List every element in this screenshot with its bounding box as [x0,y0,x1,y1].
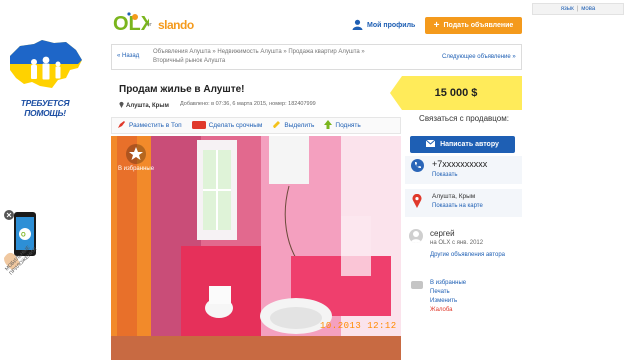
favorites-overlay-label: В избранные [117,166,155,172]
report-link[interactable]: Жалоба [430,306,466,315]
next-ad-link[interactable]: Следующее объявление » [442,54,516,60]
edit-link[interactable]: Изменить [430,297,466,306]
highlighter-icon [272,120,281,131]
make-urgent-label: Сделать срочным [208,122,263,129]
highlight-button[interactable]: Выделить [267,118,319,133]
seller-avatar [409,229,423,243]
seller-city: Алушта, Крым [432,193,476,200]
price-tag: 15 000 $ [390,76,522,110]
post-ad-button[interactable]: + Подать объявление [425,17,522,34]
add-to-favorites-overlay[interactable]: В избранные [116,144,156,180]
listing-location: Алушта, Крым [119,101,169,110]
listing-actions-bar: Разместить в Топ Сделать срочным Выделит… [111,117,401,134]
breadcrumb-path[interactable]: Объявления Алушта » Недвижимость Алушта … [153,48,383,66]
ukraine-map-banner[interactable] [6,38,84,96]
listing-title: Продам жилье в Алуште! [119,84,245,95]
seller-name: сергей [430,229,455,238]
post-ad-label: Подать объявление [443,22,514,29]
olx-logo[interactable]: OLX [113,8,149,38]
my-profile-label: Мой профиль [367,22,416,29]
listing-location-text: Алушта, Крым [126,102,169,109]
contact-seller-heading: Связаться с продавцом: [419,114,509,123]
urgent-badge-icon [191,120,206,131]
show-phone-link[interactable]: Показать [432,172,458,178]
svg-text:O: O [21,233,26,239]
write-to-author-button[interactable]: Написать автору [410,136,515,153]
logo-ot-text: от [147,22,152,28]
write-to-author-label: Написать автору [440,141,499,148]
my-profile-link[interactable]: Мой профиль [352,19,415,32]
add-to-favorites-link[interactable]: В избранные [430,279,466,288]
user-icon [352,19,363,32]
listing-added-info: Добавлено: в 07:36, 6 марта 2015, номер:… [180,101,316,107]
show-on-map-link[interactable]: Показать на карте [432,203,483,209]
other-ads-link[interactable]: Другие объявления автора [430,251,510,260]
rocket-icon [117,120,126,131]
photo-date-stamp: 10.2013 12:12 [320,321,397,331]
lang-ru-link[interactable]: язык [561,6,574,12]
promote-top-label: Разместить в Топ [129,122,182,129]
print-link[interactable]: Печать [430,288,466,297]
highlight-label: Выделить [284,122,315,129]
bump-up-label: Поднять [335,122,361,129]
favorites-folder-icon [411,281,423,289]
plus-icon: + [433,20,440,31]
map-pin-icon [412,194,422,208]
phone-icon [411,159,424,172]
slando-logo[interactable]: slando [158,18,194,32]
location-pin-icon [119,101,124,110]
lang-ua-link[interactable]: мова [581,6,595,12]
star-icon [126,144,146,164]
bump-up-button[interactable]: Поднять [319,118,365,133]
seller-since: на OLX с янв. 2012 [430,240,484,246]
help-needed-banner-text: ТРЕБУЕТСЯ ПОМОЩЬ! [20,98,70,118]
side-actions: В избранные Печать Изменить Жалоба [430,279,466,315]
lang-separator: | [576,6,579,12]
back-link[interactable]: « Назад [117,53,139,59]
arrow-up-icon [324,120,333,131]
envelope-icon [425,139,436,149]
seller-phone: +7xxxxxxxxxx [432,159,488,169]
make-urgent-button[interactable]: Сделать срочным [187,118,268,133]
language-switcher: язык | мова [532,3,624,15]
promote-top-button[interactable]: Разместить в Топ [112,118,187,133]
olx-logo-text: OLX [113,13,149,35]
